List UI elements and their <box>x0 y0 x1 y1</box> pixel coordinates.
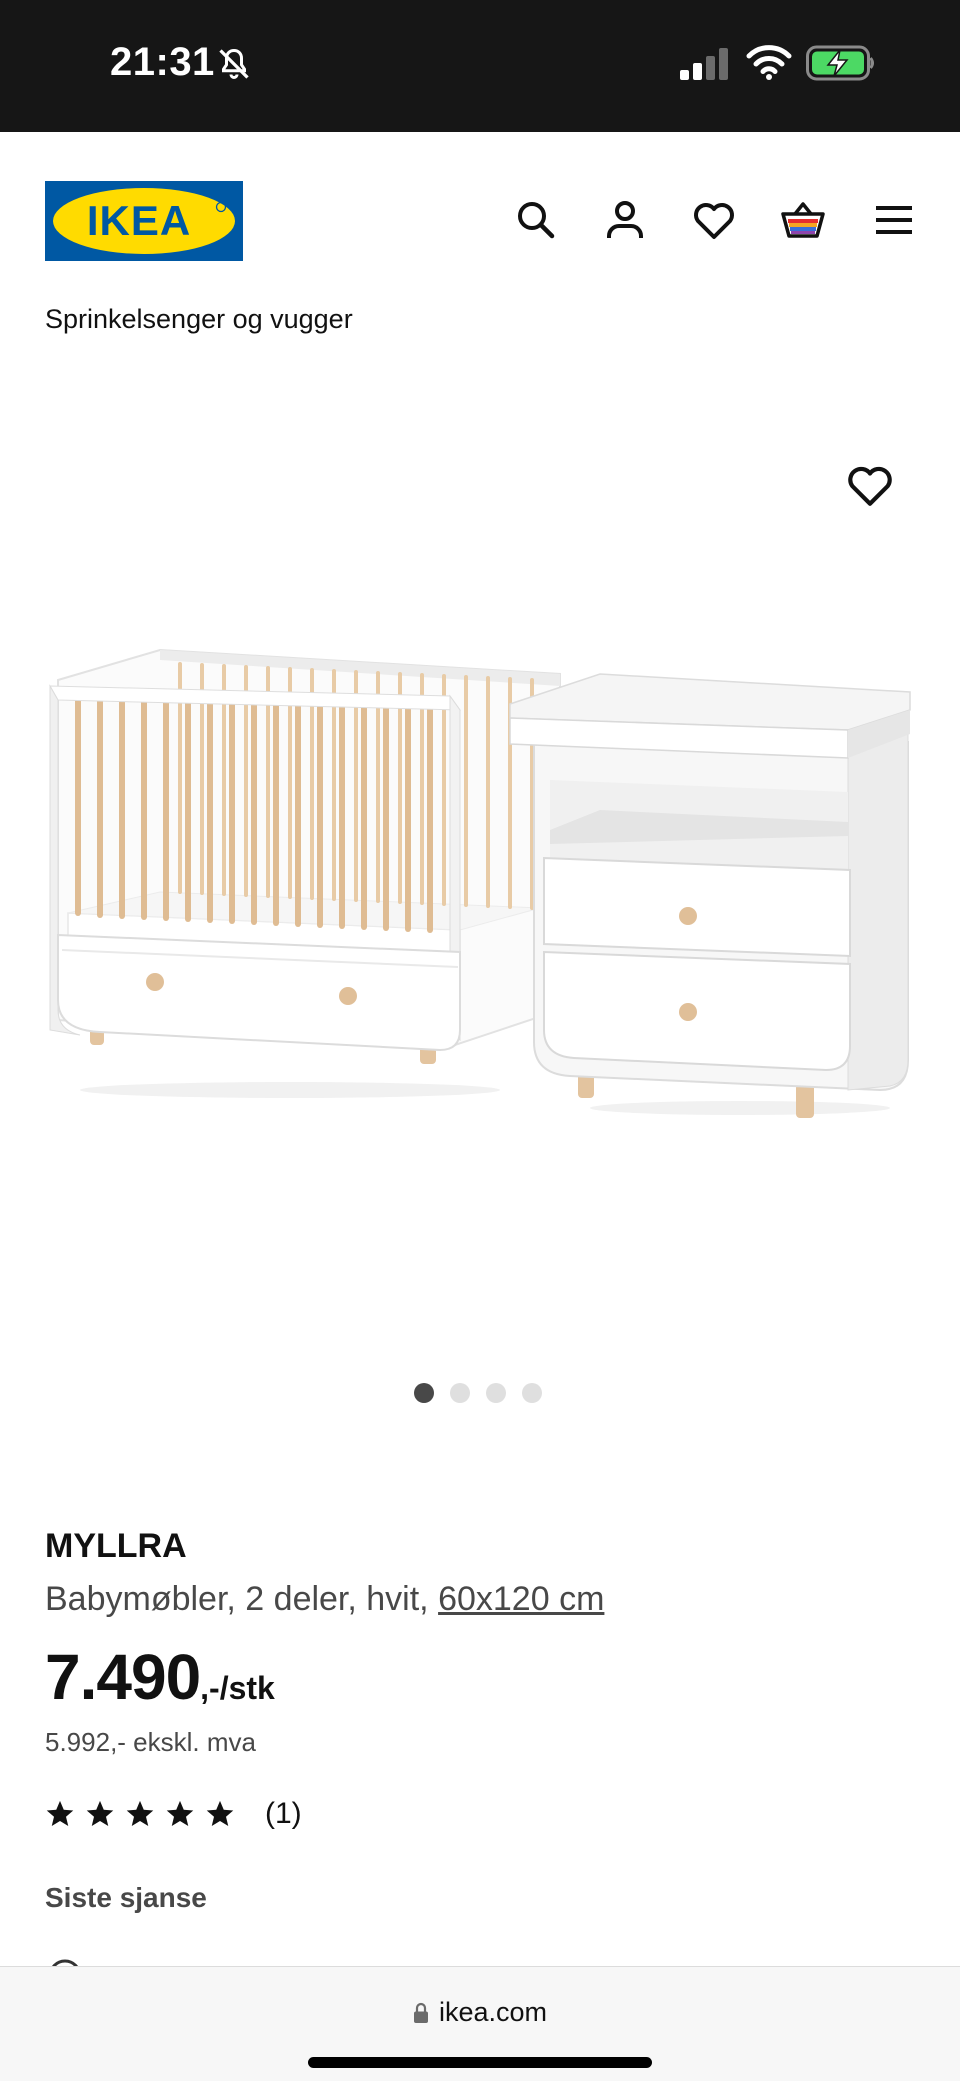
heart-icon[interactable] <box>690 196 738 244</box>
carousel-dots <box>414 1383 542 1403</box>
status-time: 21:31 <box>110 40 215 84</box>
page: 21:31 IKEA Sprinkelsenger og vugger MYLL… <box>0 0 960 2081</box>
basket-icon[interactable] <box>779 196 827 244</box>
crib-illustration <box>49 648 561 1098</box>
star-icon <box>126 1800 154 1826</box>
price: 7.490,-/stk <box>45 1640 275 1714</box>
price-ex-vat: 5.992,- ekskl. mva <box>45 1727 256 1757</box>
ikea-logo[interactable]: IKEA <box>45 181 243 261</box>
browser-bar: ikea.com <box>0 1966 960 2081</box>
product-image[interactable] <box>40 630 920 1130</box>
price-suffix: ,-/stk <box>200 1670 275 1706</box>
star-icon <box>206 1800 234 1826</box>
product-name: MYLLRA <box>45 1527 187 1565</box>
carousel-dot-2[interactable] <box>450 1383 470 1403</box>
star-icon <box>46 1800 74 1826</box>
url-bar[interactable]: ikea.com <box>0 1997 960 2028</box>
svg-text:IKEA: IKEA <box>87 197 191 244</box>
changing-table-illustration <box>509 673 911 1118</box>
carousel-dot-4[interactable] <box>522 1383 542 1403</box>
wishlist-heart-icon[interactable] <box>845 462 895 508</box>
home-indicator[interactable] <box>308 2057 652 2068</box>
product-description-text: Babymøbler, 2 deler, hvit, <box>45 1580 439 1618</box>
product-description: Babymøbler, 2 deler, hvit, 60x120 cm <box>45 1580 604 1619</box>
battery-charging-icon <box>806 45 874 81</box>
ikea-logo-mark: IKEA <box>45 181 243 261</box>
user-icon[interactable] <box>601 196 649 244</box>
price-amount: 7.490 <box>45 1641 201 1713</box>
star-icon <box>166 1800 194 1826</box>
last-chance-badge: Siste sjanse <box>45 1882 207 1913</box>
signal-icon <box>680 48 728 80</box>
size-link[interactable]: 60x120 cm <box>438 1580 604 1618</box>
bell-slash-icon <box>219 48 249 79</box>
rating-count: (1) <box>265 1797 302 1830</box>
menu-icon[interactable] <box>870 196 918 244</box>
rating[interactable]: (1) <box>45 1797 302 1831</box>
wifi-icon <box>746 45 792 80</box>
star-icon <box>86 1800 114 1826</box>
url-text: ikea.com <box>438 1997 548 2027</box>
search-icon[interactable] <box>512 196 560 244</box>
carousel-dot-3[interactable] <box>486 1383 506 1403</box>
status-bar: 21:31 <box>0 0 960 132</box>
breadcrumb[interactable]: Sprinkelsenger og vugger <box>45 304 353 335</box>
carousel-dot-1[interactable] <box>414 1383 434 1403</box>
lock-icon <box>413 2002 428 2023</box>
